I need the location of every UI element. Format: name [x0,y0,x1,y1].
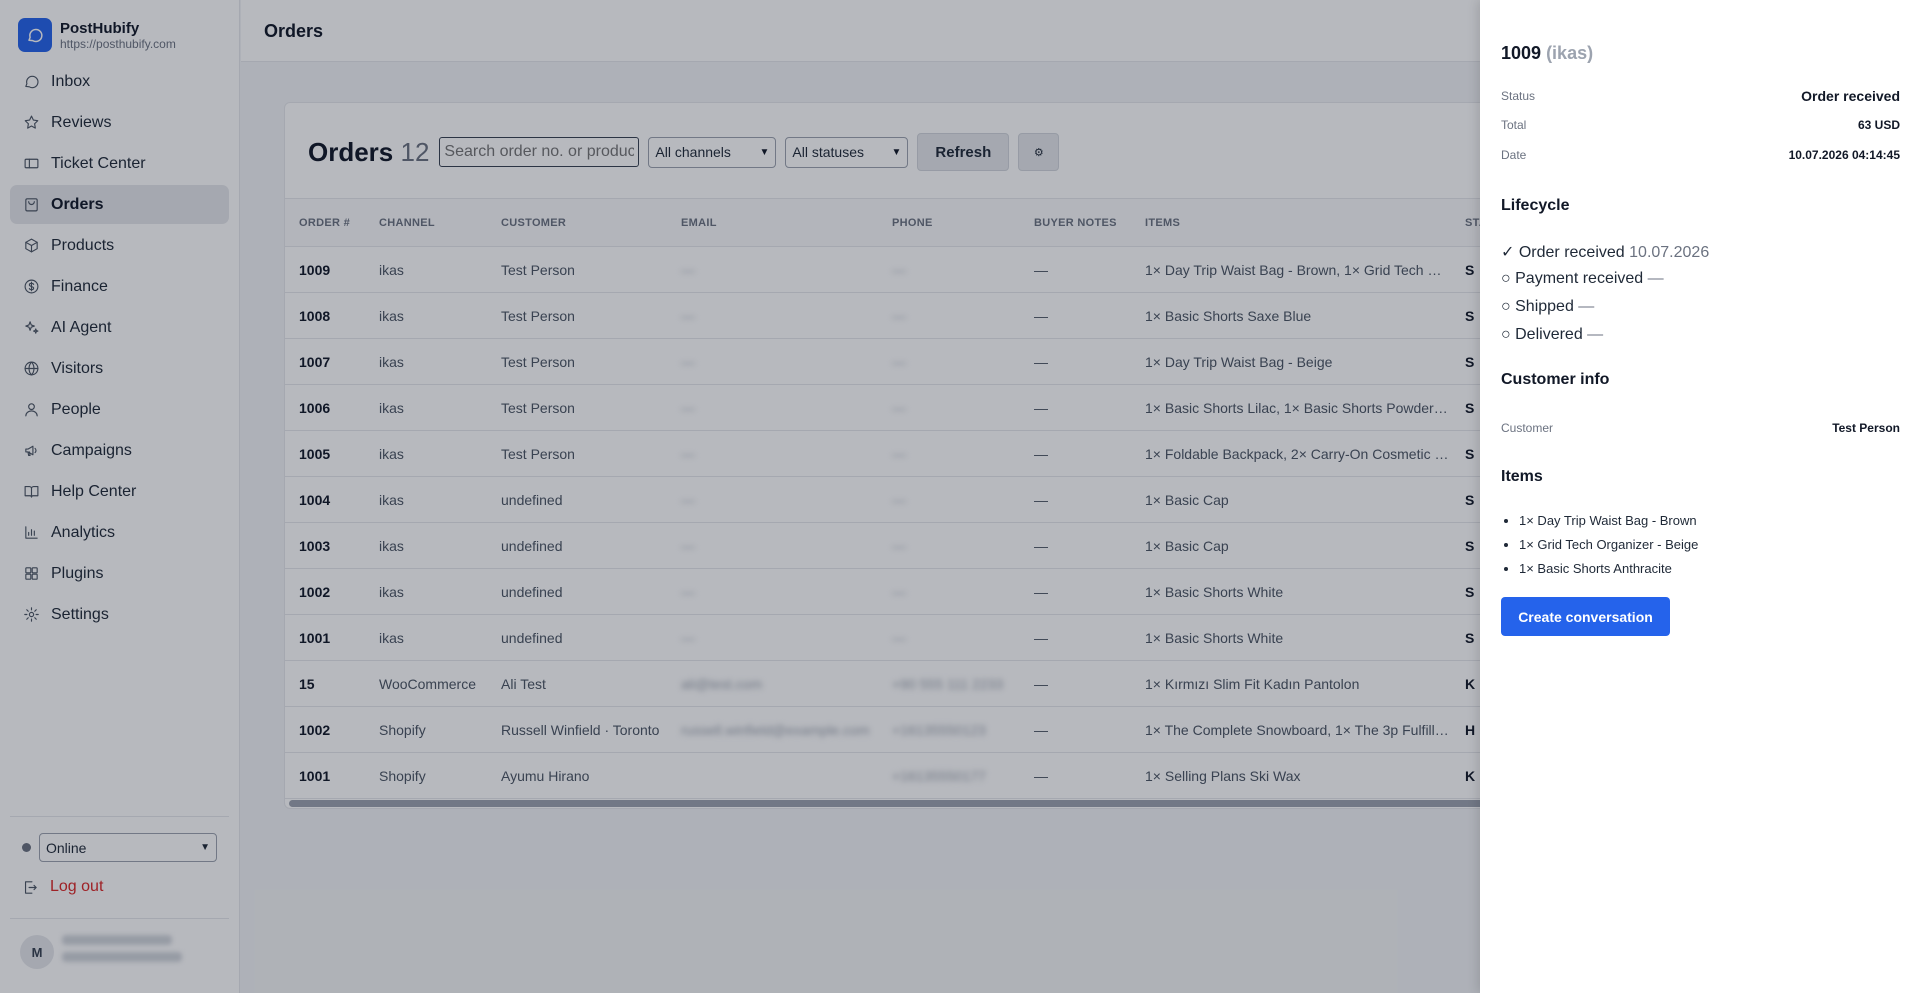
customer-field: Customer Test Person [1501,421,1900,435]
lifecycle-step: ✓ Order received 10.07.2026 [1501,242,1709,262]
customer-label: Customer [1501,421,1554,435]
check-icon: ✓ [1501,244,1515,261]
order-detail-drawer: 1009 (ikas) Status Order received Total … [1480,0,1920,993]
lifecycle-step-label: Payment received [1515,270,1644,287]
date-field: Date 10.07.2026 04:14:45 [1501,148,1900,162]
lifecycle-step-date: — [1587,326,1604,343]
lifecycle-step: ○ Payment received — [1501,270,1664,288]
drawer-backdrop[interactable] [0,0,1480,993]
customer-info-heading: Customer info [1501,371,1610,388]
total-field: Total 63 USD [1501,118,1900,132]
status-label: Status [1501,89,1536,103]
drawer-order-channel: (ikas) [1546,43,1594,63]
status-value: Order received [1801,88,1900,104]
total-label: Total [1501,118,1527,132]
lifecycle-step-date: 10.07.2026 [1629,244,1710,261]
lifecycle-step: ○ Shipped — [1501,298,1594,316]
create-conversation-button[interactable]: Create conversation [1501,597,1670,636]
list-item: 1× Grid Tech Organizer - Beige [1519,536,1698,560]
items-list: 1× Day Trip Waist Bag - Brown 1× Grid Te… [1519,512,1698,584]
list-item: 1× Basic Shorts Anthracite [1519,560,1698,584]
date-label: Date [1501,148,1527,162]
lifecycle-step: ○ Delivered — [1501,326,1603,344]
circle-icon: ○ [1501,270,1511,287]
drawer-title: 1009 (ikas) [1501,43,1593,64]
lifecycle-step-label: Shipped [1515,298,1574,315]
items-heading: Items [1501,468,1543,485]
circle-icon: ○ [1501,326,1511,343]
lifecycle-step-date: — [1647,270,1664,287]
lifecycle-step-label: Delivered [1515,326,1583,343]
lifecycle-heading: Lifecycle [1501,197,1570,214]
date-value: 10.07.2026 04:14:45 [1788,148,1900,162]
status-field: Status Order received [1501,88,1900,104]
total-value: 63 USD [1857,118,1900,132]
lifecycle-step-label: Order received [1518,244,1625,261]
lifecycle-step-date: — [1578,298,1595,315]
drawer-order-number: 1009 [1501,43,1542,63]
customer-value: Test Person [1832,421,1900,435]
list-item: 1× Day Trip Waist Bag - Brown [1519,512,1698,536]
circle-icon: ○ [1501,298,1511,315]
